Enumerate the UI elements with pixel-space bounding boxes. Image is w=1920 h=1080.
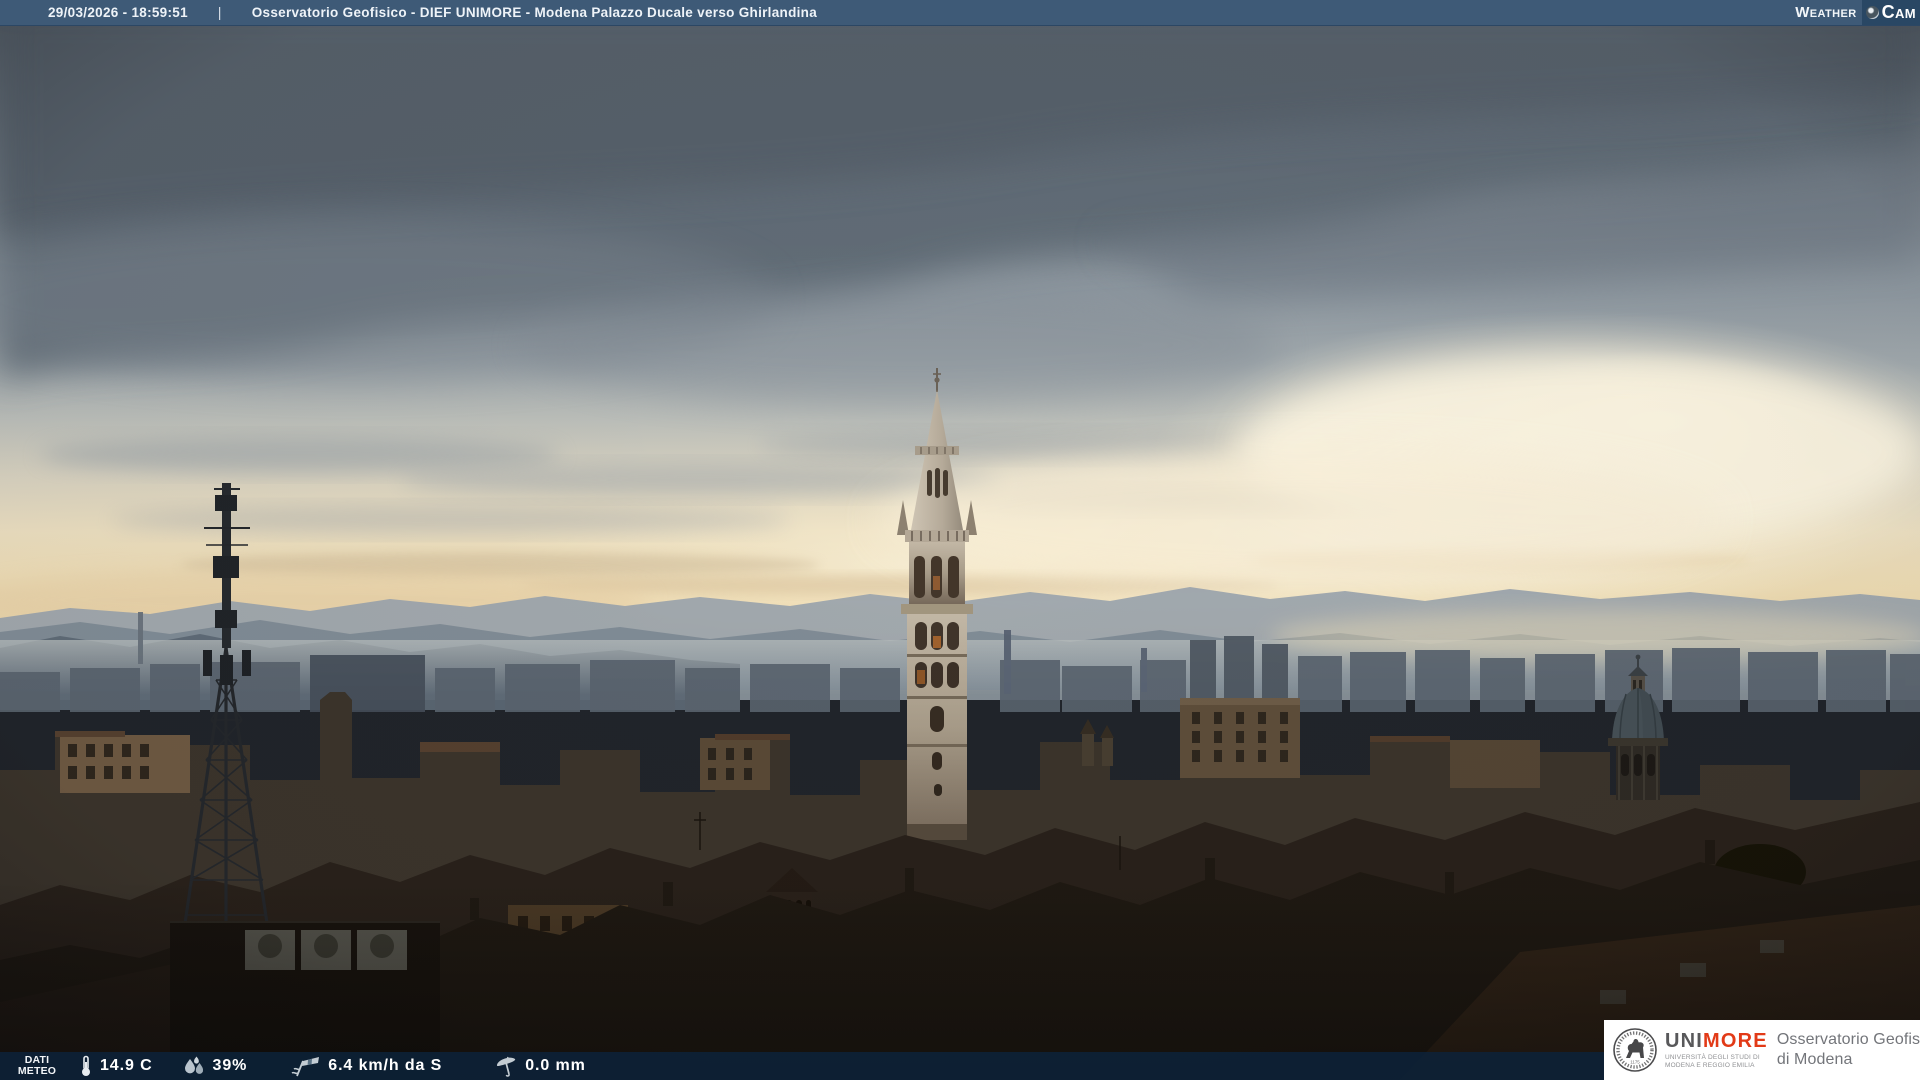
seal-year: 1175 — [1630, 1060, 1640, 1065]
webcam-viewer: 29/03/2026 - 18:59:51 | Osservatorio Geo… — [0, 0, 1920, 1080]
weathercam-cam-label: Cam — [1881, 2, 1916, 22]
rain-reading: 0.0 mm — [494, 1055, 586, 1077]
humidity-drops-icon — [184, 1056, 203, 1074]
unimore-seal: 1175 — [1613, 1028, 1657, 1072]
thermometer-icon — [82, 1055, 90, 1076]
humidity-value: 39% — [212, 1057, 248, 1074]
vignette — [0, 0, 1920, 1080]
camera-title: Osservatorio Geofisico - DIEF UNIMORE - … — [251, 5, 818, 20]
top-info-bar: 29/03/2026 - 18:59:51 | Osservatorio Geo… — [0, 0, 1920, 26]
wind-reading: 6.4 km/h da S — [291, 1055, 442, 1077]
temperature-value: 14.9 C — [100, 1057, 153, 1074]
timestamp: 29/03/2026 - 18:59:51 — [48, 5, 188, 20]
unimore-subtitle: UNIVERSITÀ DEGLI STUDI DI MODENA E REGGI… — [1665, 1053, 1760, 1069]
weathercam-weather-label: Weather — [1795, 4, 1857, 21]
humidity-reading: 39% — [182, 1055, 248, 1077]
umbrella-icon — [497, 1056, 516, 1077]
windsock-icon — [291, 1057, 320, 1077]
observatory-name: Osservatorio Geofisico di Modena — [1776, 1030, 1920, 1068]
weathercam-logo[interactable]: Weather Cam — [1795, 0, 1920, 25]
unimore-logo-box[interactable]: 1175 UNIMORE UNIVERSITÀ DEGLI STUDI DI M… — [1604, 1020, 1920, 1080]
dati-meteo-label: DATI METEO — [17, 1054, 57, 1077]
wind-value: 6.4 km/h da S — [328, 1057, 443, 1074]
unimore-uni: UNI — [1665, 1029, 1704, 1052]
rain-value: 0.0 mm — [525, 1057, 586, 1074]
unimore-wordmark: UNIMORE UNIVERSITÀ DEGLI STUDI DI MODENA… — [1665, 1031, 1768, 1070]
temperature-reading: 14.9 C — [79, 1055, 153, 1077]
webcam-photo — [0, 0, 1920, 1080]
separator: | — [217, 5, 222, 20]
unimore-more: MORE — [1703, 1029, 1768, 1052]
weathercam-lens-icon — [1865, 6, 1879, 19]
